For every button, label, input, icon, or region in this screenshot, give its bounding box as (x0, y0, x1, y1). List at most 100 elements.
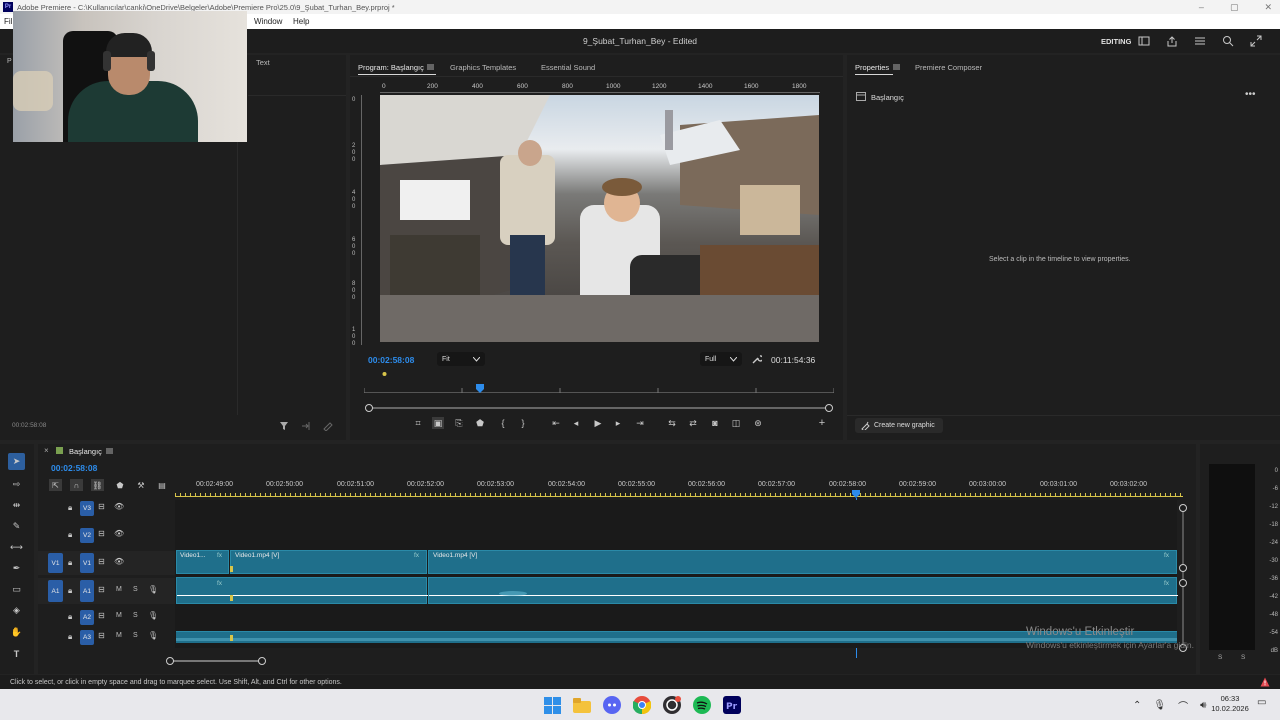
type-tool-icon[interactable]: T (8, 645, 25, 662)
file-explorer-icon[interactable] (573, 697, 591, 713)
safe-margins-icon[interactable]: ▣ (432, 417, 444, 429)
mute-button[interactable]: M (116, 586, 122, 593)
clock[interactable]: 06:33 10.02.2026 (1210, 694, 1250, 714)
eye-icon[interactable]: 👁︎ (114, 557, 124, 566)
overwrite-icon[interactable]: ⇄ (687, 417, 699, 429)
slip-tool-icon[interactable]: ⟷ (8, 539, 25, 556)
warning-icon[interactable] (1260, 677, 1270, 687)
track-select-tool-icon[interactable]: ⇨ (8, 476, 25, 493)
transcript-edit-icon[interactable] (323, 421, 333, 431)
maximize-icon[interactable]: ▢ (1230, 2, 1239, 13)
sync-lock-icon[interactable]: ⊟ (98, 611, 105, 620)
track-target-a2[interactable]: A2 (80, 610, 94, 625)
lock-icon[interactable]: 🔒︎ (68, 632, 72, 642)
panel-menu-icon[interactable] (427, 64, 434, 70)
microphone-icon[interactable]: 🎙︎ (148, 631, 158, 640)
step-forward-icon[interactable]: ▸ (612, 417, 624, 429)
sync-lock-icon[interactable]: ⊟ (98, 502, 105, 511)
tab-graphics-templates[interactable]: Graphics Templates (450, 63, 516, 72)
volume-icon[interactable]: 🔊︎ (1200, 700, 1206, 711)
search-icon[interactable] (1222, 35, 1234, 47)
go-to-in-icon[interactable]: ⇤ (550, 417, 562, 429)
mark-out-icon[interactable]: } (517, 417, 529, 429)
camera-icon[interactable]: ◙ (709, 417, 721, 429)
network-icon[interactable]: ⌒ (1178, 698, 1188, 713)
lock-icon[interactable]: 🔒︎ (68, 558, 72, 568)
mute-button[interactable]: M (116, 612, 122, 619)
timeline-timecode[interactable]: 00:02:58:08 (51, 463, 97, 473)
add-marker-grid-icon[interactable]: ⌗ (412, 417, 424, 429)
chevron-up-icon[interactable]: ⌃ (1133, 700, 1141, 711)
wrench-icon[interactable] (752, 354, 762, 364)
timeline-sequence-tab[interactable]: Başlangıç (69, 447, 102, 456)
panel-menu-icon[interactable] (893, 64, 900, 70)
spotify-icon[interactable] (693, 696, 711, 714)
lock-icon[interactable]: 🔒︎ (68, 586, 72, 596)
program-video-frame[interactable] (380, 95, 819, 342)
track-target-a3[interactable]: A3 (80, 630, 94, 645)
insert-icon[interactable]: ⇆ (666, 417, 678, 429)
create-new-graphic-button[interactable]: Create new graphic (855, 418, 943, 433)
sync-lock-icon[interactable]: ⊟ (98, 529, 105, 538)
sync-lock-icon[interactable]: ⊟ (98, 585, 105, 594)
source-patch-a1[interactable]: A1 (48, 580, 63, 602)
obs-icon[interactable] (663, 696, 681, 714)
text-panel-tab[interactable]: Text (256, 58, 270, 67)
timeline-horizontal-scrollbar[interactable] (166, 657, 266, 665)
audio-clip-a1-1[interactable]: fx (428, 577, 1178, 604)
source-patch-v1[interactable]: V1 (48, 553, 63, 573)
clip-v1-1[interactable]: Video1.mp4 [V] fx (230, 550, 427, 574)
tab-essential-sound[interactable]: Essential Sound (541, 63, 595, 72)
close-icon[interactable]: ✕ (1264, 2, 1272, 13)
quick-menu-icon[interactable] (1194, 36, 1206, 46)
timeline-settings-icon[interactable]: ⚒ (135, 479, 147, 491)
timeline-ruler[interactable]: 00:02:49:00 00:02:50:00 00:02:51:00 00:0… (175, 478, 1183, 498)
microphone-icon[interactable]: 🎙︎ (148, 585, 158, 594)
pen-tool-icon[interactable]: ✒ (8, 560, 25, 577)
play-icon[interactable]: ▶ (592, 417, 604, 429)
menu-window[interactable]: Window (254, 17, 282, 26)
workspace-label[interactable]: EDITING (1101, 37, 1131, 46)
meter-solo-right[interactable]: S (1241, 654, 1245, 661)
minimize-icon[interactable]: – (1199, 2, 1204, 12)
tab-properties[interactable]: Properties (855, 63, 889, 72)
tab-premiere-composer[interactable]: Premiere Composer (915, 63, 982, 72)
nest-toggle-icon[interactable]: ⇱ (49, 479, 62, 491)
workspace-panel-icon[interactable] (1138, 36, 1150, 46)
lock-icon[interactable]: 🔒︎ (68, 612, 72, 622)
program-current-timecode[interactable]: 00:02:58:08 (368, 355, 414, 365)
audio-clip-a1-0[interactable]: fx (176, 577, 428, 604)
premiere-pro-icon[interactable]: Pr (723, 696, 741, 714)
notification-icon[interactable]: ▭ (1257, 697, 1266, 708)
step-back-icon[interactable]: ◂ (570, 417, 582, 429)
clip-v1-0[interactable]: Video1... fx (176, 550, 229, 574)
fullscreen-icon[interactable] (1250, 35, 1262, 47)
track-target-v2[interactable]: V2 (80, 528, 94, 543)
ripple-edit-tool-icon[interactable]: ⇹ (8, 497, 25, 514)
more-options-icon[interactable]: ••• (1245, 89, 1256, 100)
sync-lock-icon[interactable]: ⊟ (98, 557, 105, 566)
solo-button[interactable]: S (133, 612, 138, 619)
tab-program[interactable]: Program: Başlangıç (358, 63, 424, 72)
microphone-icon[interactable]: 🎙︎ (148, 611, 158, 620)
filter-icon[interactable] (279, 421, 289, 431)
close-tab-icon[interactable]: × (44, 446, 49, 455)
eye-icon[interactable]: 👁︎ (114, 502, 124, 511)
rectangle-tool-icon[interactable]: ▭ (8, 581, 25, 598)
meter-solo-left[interactable]: S (1218, 654, 1222, 661)
vr-video-icon[interactable]: ⊛ (752, 417, 764, 429)
export-text-icon[interactable] (301, 421, 311, 431)
zoom-fit-select[interactable]: Fit (437, 352, 485, 366)
panel-menu-icon[interactable] (106, 448, 113, 454)
program-playhead[interactable] (476, 384, 484, 394)
mute-button[interactable]: M (116, 632, 122, 639)
menu-file[interactable]: Fil (4, 17, 12, 26)
resolution-select[interactable]: Full (700, 352, 742, 366)
track-target-v3[interactable]: V3 (80, 501, 94, 516)
captions-icon[interactable]: ▤ (156, 479, 168, 491)
discord-icon[interactable] (603, 696, 621, 714)
add-marker-icon[interactable]: ⬟ (114, 479, 126, 491)
menu-help[interactable]: Help (293, 17, 309, 26)
solo-button[interactable]: S (133, 632, 138, 639)
track-target-a1[interactable]: A1 (80, 580, 94, 602)
